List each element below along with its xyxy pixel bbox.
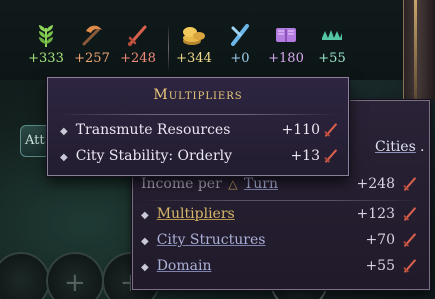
resource-food[interactable]: +333 — [24, 22, 68, 66]
military-icon — [401, 175, 419, 197]
population-value: +55 — [318, 51, 346, 66]
influence-icon — [264, 22, 308, 48]
bullet-icon: ◆ — [60, 152, 68, 163]
city-structures-link[interactable]: City Structures — [157, 232, 266, 248]
income-row-domain: ◆ Domain +55 — [141, 258, 421, 280]
multiplier-row-transmute: ◆ Transmute Resources +110 — [60, 122, 342, 144]
bullet-icon: ◆ — [141, 236, 149, 247]
food-value: +333 — [28, 51, 64, 66]
bullet-icon: ◆ — [60, 126, 68, 137]
military-icon — [401, 205, 419, 227]
resource-population[interactable]: +55 — [310, 22, 354, 66]
bullet-icon: ◆ — [141, 262, 149, 273]
attributes-button-label: Att — [25, 133, 45, 148]
turn-link[interactable]: Turn — [244, 176, 278, 192]
income-total: +248 — [356, 176, 395, 192]
resource-industry[interactable]: +257 — [70, 22, 114, 66]
multipliers-title: Multipliers — [153, 87, 243, 103]
multipliers-tooltip: Multipliers ◆ Transmute Resources +110 ◆ C… — [47, 77, 349, 176]
cities-period: . — [420, 139, 425, 155]
multiplier-value: +110 — [281, 122, 320, 138]
resource-bar: +333 +257 +248 +344 +0 +180 +55 — [0, 0, 403, 80]
science-icon — [218, 22, 262, 48]
military-icon — [401, 257, 419, 279]
multiplier-row-stability: ◆ City Stability: Orderly +13 — [60, 148, 342, 170]
hourglass-icon: △ — [228, 177, 238, 191]
resource-influence[interactable]: +180 — [264, 22, 308, 66]
cities-link[interactable]: Cities — [375, 139, 416, 155]
gold-icon — [172, 22, 216, 48]
military-icon — [322, 147, 340, 169]
plus-icon: + — [64, 268, 86, 298]
row-value: +70 — [365, 232, 395, 248]
resource-gold[interactable]: +344 — [172, 22, 216, 66]
military-icon — [322, 121, 340, 143]
military-icon — [401, 231, 419, 253]
multiplier-label: Transmute Resources — [75, 122, 231, 138]
military-value: +248 — [120, 51, 156, 66]
food-icon — [24, 22, 68, 48]
domain-link[interactable]: Domain — [157, 258, 212, 274]
influence-value: +180 — [268, 51, 304, 66]
multipliers-link[interactable]: Multipliers — [157, 206, 235, 222]
resource-military[interactable]: +248 — [116, 22, 160, 66]
military-icon — [116, 22, 160, 48]
income-header-row: Income per △ Turn +248 — [141, 176, 421, 198]
resource-science[interactable]: +0 — [218, 22, 262, 66]
income-divider — [141, 200, 421, 201]
window-edge-ornament — [403, 0, 435, 100]
resource-separator — [168, 24, 169, 72]
income-label: Income per — [141, 176, 222, 192]
income-row-multipliers: ◆ Multipliers +123 — [141, 206, 421, 228]
science-value: +0 — [230, 51, 250, 66]
multiplier-label: City Stability: Orderly — [75, 148, 233, 164]
industry-icon — [70, 22, 114, 48]
income-row-city-structures: ◆ City Structures +70 — [141, 232, 421, 254]
gold-value: +344 — [176, 51, 212, 66]
action-slot[interactable] — [0, 252, 50, 299]
multipliers-divider — [58, 114, 338, 115]
row-value: +123 — [356, 206, 395, 222]
bullet-icon: ◆ — [141, 210, 149, 221]
population-icon — [310, 22, 354, 48]
industry-value: +257 — [74, 51, 110, 66]
multiplier-value: +13 — [290, 148, 320, 164]
row-value: +55 — [365, 258, 395, 274]
